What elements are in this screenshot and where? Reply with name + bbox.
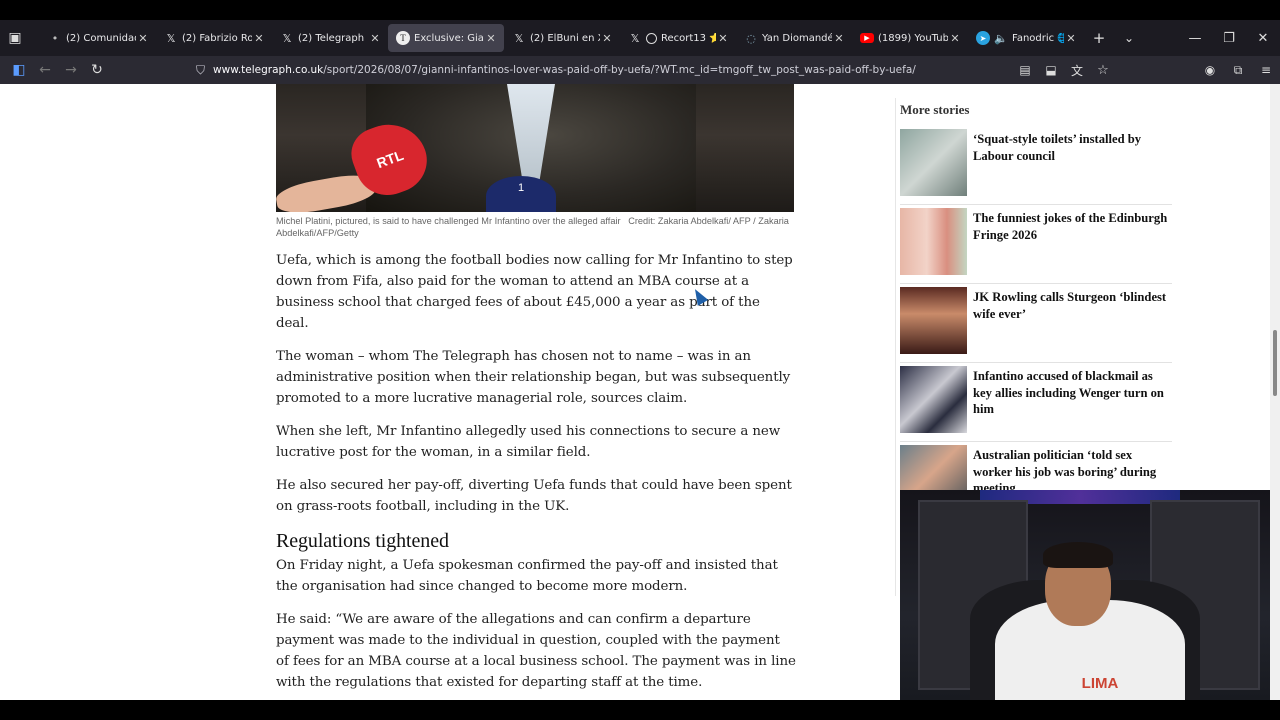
- reload-icon[interactable]: ↻: [84, 57, 110, 83]
- x-logo-icon: 𝕏: [166, 31, 176, 45]
- restore-icon[interactable]: ❐: [1212, 20, 1246, 56]
- site-info-icon[interactable]: ⛉: [196, 63, 205, 78]
- paragraph: He said: “We are aware of the allegation…: [276, 612, 796, 690]
- close-icon[interactable]: ✕: [948, 32, 962, 45]
- navigation-bar: ◧ ← → ↻ ⛉ www.telegraph.co.uk/sport/2026…: [0, 56, 1280, 84]
- tab-overview-icon[interactable]: ▣: [0, 20, 30, 56]
- story-thumbnail[interactable]: [900, 208, 967, 275]
- story-item[interactable]: Infantino accused of blackmail as key al…: [900, 363, 1172, 442]
- x-logo-icon: 𝕏: [630, 31, 640, 45]
- close-icon[interactable]: ✕: [600, 32, 614, 45]
- close-icon[interactable]: ✕: [716, 32, 730, 45]
- new-tab-icon[interactable]: +: [1084, 29, 1114, 47]
- webcam-overlay: LIMA: [900, 490, 1270, 700]
- story-headline[interactable]: The funniest jokes of the Edinburgh Frin…: [967, 208, 1172, 283]
- sidebar-divider: [895, 98, 896, 596]
- tab-strip: ▣ • (2) Comunidad Fa ✕ 𝕏 (2) Fabrizio Ro…: [0, 20, 1280, 56]
- tab-telegraph-football[interactable]: 𝕏 (2) Telegraph Foot ✕: [272, 24, 388, 52]
- scrollbar-thumb[interactable]: [1273, 330, 1277, 396]
- paragraph: The woman – whom The Telegraph has chose…: [276, 349, 791, 406]
- tab-fabrizio[interactable]: 𝕏 (2) Fabrizio Roman ✕: [156, 24, 272, 52]
- toolbar-right: ◉ ⧉ ≡: [1196, 56, 1280, 84]
- tab-elbuni[interactable]: 𝕏 (2) ElBuni en X: "Er ✕: [504, 24, 620, 52]
- minimize-icon[interactable]: —: [1178, 20, 1212, 56]
- save-to-pocket-icon[interactable]: ⬓: [1038, 57, 1064, 83]
- image-caption: Michel Platini, pictured, is said to hav…: [276, 216, 789, 238]
- streamer-hair: [1043, 542, 1113, 568]
- recort-icon: [646, 32, 657, 44]
- story-item[interactable]: The funniest jokes of the Edinburgh Frin…: [900, 205, 1172, 284]
- url-bar[interactable]: ⛉ www.telegraph.co.uk/sport/2026/08/07/g…: [196, 58, 1100, 82]
- story-thumbnail[interactable]: [900, 129, 967, 196]
- menu-icon[interactable]: ≡: [1252, 63, 1280, 77]
- close-window-icon[interactable]: ✕: [1246, 20, 1280, 56]
- close-icon[interactable]: ✕: [832, 32, 846, 45]
- telegraph-icon: T: [396, 31, 410, 45]
- story-headline[interactable]: Infantino accused of blackmail as key al…: [967, 366, 1172, 441]
- more-stories: More stories ‘Squat-style toilets’ insta…: [900, 102, 1172, 521]
- url-path: /sport/2026/08/07/gianni-infantinos-love…: [323, 64, 916, 76]
- story-thumbnail[interactable]: [900, 366, 967, 433]
- story-item[interactable]: ‘Squat-style toilets’ installed by Labou…: [900, 126, 1172, 205]
- tab-recort13[interactable]: 𝕏 Recort13 ⭐🦋 ✕: [620, 24, 736, 52]
- sidebar-toggle-icon[interactable]: ◧: [6, 57, 32, 83]
- subheading: Regulations tightened: [276, 530, 449, 552]
- url-host: www.telegraph.co.uk: [213, 64, 324, 76]
- x-logo-icon: 𝕏: [514, 31, 524, 45]
- bookmark-star-icon[interactable]: ☆: [1090, 57, 1116, 83]
- tab-comunidad[interactable]: • (2) Comunidad Fa ✕: [40, 24, 156, 52]
- youtube-icon: ▶: [860, 33, 874, 43]
- telegram-icon: ➤: [976, 31, 990, 45]
- chevron-down-icon[interactable]: ⌄: [1114, 31, 1144, 45]
- paragraph: He also secured her pay-off, diverting U…: [276, 478, 792, 514]
- close-icon[interactable]: ✕: [484, 32, 498, 45]
- more-stories-title: More stories: [900, 102, 970, 117]
- shirt-logo: LIMA: [1081, 675, 1119, 692]
- blue-microphone: 1: [486, 176, 556, 212]
- x-logo-icon: 𝕏: [282, 31, 292, 45]
- close-icon[interactable]: ✕: [136, 32, 150, 45]
- story-headline[interactable]: JK Rowling calls Sturgeon ‘blindest wife…: [967, 287, 1172, 362]
- tab-fanodric[interactable]: ➤ 🔈 Fanodric 🌐 Stu ✕: [968, 24, 1084, 52]
- story-item[interactable]: JK Rowling calls Sturgeon ‘blindest wife…: [900, 284, 1172, 363]
- story-thumbnail[interactable]: [900, 287, 967, 354]
- paragraph: On Friday night, a Uefa spokesman confir…: [276, 558, 778, 594]
- paragraph: When she left, Mr Infantino allegedly us…: [276, 424, 781, 460]
- article-body: Uefa, which is among the football bodies…: [276, 250, 796, 700]
- dot-icon: •: [51, 31, 59, 45]
- back-icon[interactable]: ←: [32, 57, 58, 83]
- story-headline[interactable]: ‘Squat-style toilets’ installed by Labou…: [967, 129, 1172, 204]
- page-scrollbar[interactable]: [1270, 84, 1280, 700]
- tab-exclusive-gianni[interactable]: T Exclusive: Gianni Ir ✕: [388, 24, 504, 52]
- close-icon[interactable]: ✕: [252, 32, 266, 45]
- article-image: RTL 1: [276, 84, 794, 212]
- extensions-icon[interactable]: ⧉: [1224, 63, 1252, 78]
- reader-view-icon[interactable]: ▤: [1012, 57, 1038, 83]
- account-icon[interactable]: ◉: [1196, 63, 1224, 77]
- close-icon[interactable]: ✕: [1064, 32, 1078, 45]
- tab-youtube[interactable]: ▶ (1899) YouTube ✕: [852, 24, 968, 52]
- globe-icon: ◌: [746, 31, 756, 45]
- translate-icon[interactable]: 文: [1064, 57, 1090, 83]
- paragraph: Uefa, which is among the football bodies…: [276, 253, 793, 331]
- forward-icon[interactable]: →: [58, 57, 84, 83]
- speaker-icon[interactable]: 🔈: [994, 31, 1008, 45]
- tab-yan-diomande[interactable]: ◌ Yan Diomandé (Re ✕: [736, 24, 852, 52]
- window-controls: — ❐ ✕: [1178, 20, 1280, 56]
- close-icon[interactable]: ✕: [368, 32, 382, 45]
